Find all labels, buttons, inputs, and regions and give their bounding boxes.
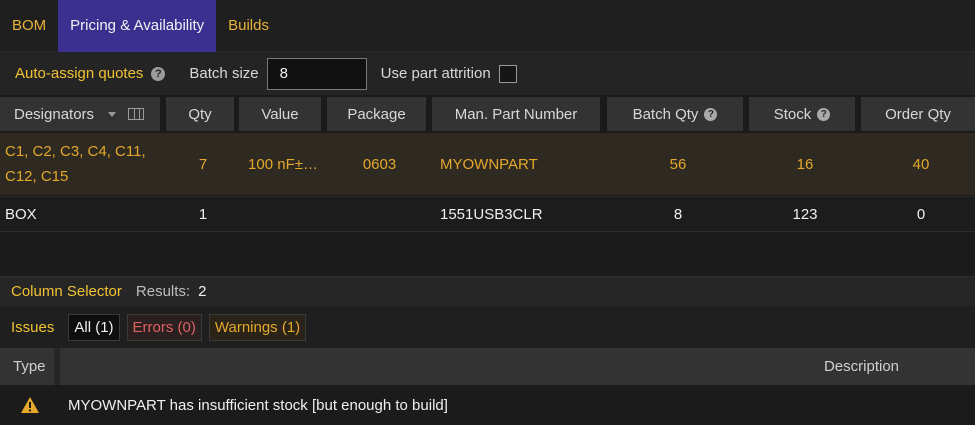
column-selector-button[interactable]: Column Selector <box>11 283 122 300</box>
help-icon[interactable]: ? <box>151 66 166 81</box>
help-icon[interactable]: ? <box>704 107 718 121</box>
column-header-batch-qty[interactable]: Batch Qty ? <box>607 97 743 131</box>
table-empty-area <box>0 232 975 276</box>
grid-header: Designators Qty Value Package Man. Part … <box>0 95 975 133</box>
column-header-stock[interactable]: Stock ? <box>749 97 855 131</box>
table-row[interactable]: C1, C2, C3, C4, C11, C12, C15 7 100 nF±…… <box>0 133 975 195</box>
column-header-value[interactable]: Value <box>239 97 321 131</box>
column-header-qty[interactable]: Qty <box>166 97 234 131</box>
tab-bar: BOM Pricing & Availability Builds <box>0 0 975 52</box>
cell-order-qty: 40 <box>912 155 930 173</box>
column-header-type[interactable]: Type <box>0 348 54 385</box>
issues-label: Issues <box>11 318 55 336</box>
column-header-batch-qty-label: Batch Qty <box>632 105 699 123</box>
cell-batch-qty: 8 <box>673 205 683 223</box>
help-icon[interactable]: ? <box>817 107 831 121</box>
filter-errors-button[interactable]: Errors (0) <box>126 313 202 341</box>
batch-size-label: Batch size <box>189 65 259 82</box>
auto-assign-quotes-button[interactable]: Auto-assign quotes <box>15 65 143 82</box>
cell-stock: 123 <box>792 205 818 223</box>
column-header-designators[interactable]: Designators <box>0 97 160 131</box>
cell-package: 0603 <box>362 155 397 173</box>
column-header-stock-label: Stock <box>773 105 812 123</box>
column-header-mpn[interactable]: Man. Part Number <box>432 97 600 131</box>
tab-builds[interactable]: Builds <box>216 0 281 52</box>
column-header-description[interactable]: Description <box>60 348 975 385</box>
cell-value <box>239 197 327 231</box>
column-header-package[interactable]: Package <box>327 97 426 131</box>
toolbar: Auto-assign quotes ? Batch size Use part… <box>0 52 975 95</box>
use-part-attrition-label: Use part attrition <box>380 65 491 82</box>
cell-package <box>327 197 432 231</box>
warning-icon <box>21 397 39 413</box>
cell-mpn: 1551USB3CLR <box>440 205 543 223</box>
column-header-designators-label: Designators <box>14 105 95 123</box>
cell-mpn: MYOWNPART <box>440 155 538 173</box>
cell-value: 100 nF±… <box>248 155 318 173</box>
cell-designators: BOX <box>5 205 37 223</box>
issue-description: MYOWNPART has insufficient stock [but en… <box>68 396 448 414</box>
results-label: Results: <box>135 283 191 300</box>
cell-qty: 7 <box>198 155 208 173</box>
column-selector-bar: Column Selector Results: 2 <box>0 276 975 306</box>
filter-warnings-button[interactable]: Warnings (1) <box>208 313 307 341</box>
cell-batch-qty: 56 <box>669 155 687 173</box>
issues-bar: Issues All (1) Errors (0) Warnings (1) <box>0 306 975 348</box>
column-chooser-icon[interactable] <box>128 108 145 120</box>
issues-table-header: Type Description <box>0 348 975 385</box>
cell-designators: C1, C2, C3, C4, C11, C12, C15 <box>5 143 146 185</box>
tab-bom[interactable]: BOM <box>0 0 58 52</box>
tab-pricing-availability[interactable]: Pricing & Availability <box>58 0 217 52</box>
column-header-order-qty[interactable]: Order Qty <box>861 97 975 131</box>
batch-size-input[interactable] <box>266 57 367 90</box>
issue-row[interactable]: MYOWNPART has insufficient stock [but en… <box>0 385 975 425</box>
filter-all-button[interactable]: All (1) <box>68 313 120 341</box>
cell-stock: 16 <box>796 155 814 173</box>
cell-qty: 1 <box>198 205 208 223</box>
results-count: 2 <box>198 283 207 300</box>
table-row[interactable]: BOX 1 1551USB3CLR 8 123 0 <box>0 196 975 232</box>
use-part-attrition-checkbox[interactable] <box>498 64 517 83</box>
chevron-down-icon[interactable] <box>108 111 117 117</box>
cell-order-qty: 0 <box>916 205 926 223</box>
